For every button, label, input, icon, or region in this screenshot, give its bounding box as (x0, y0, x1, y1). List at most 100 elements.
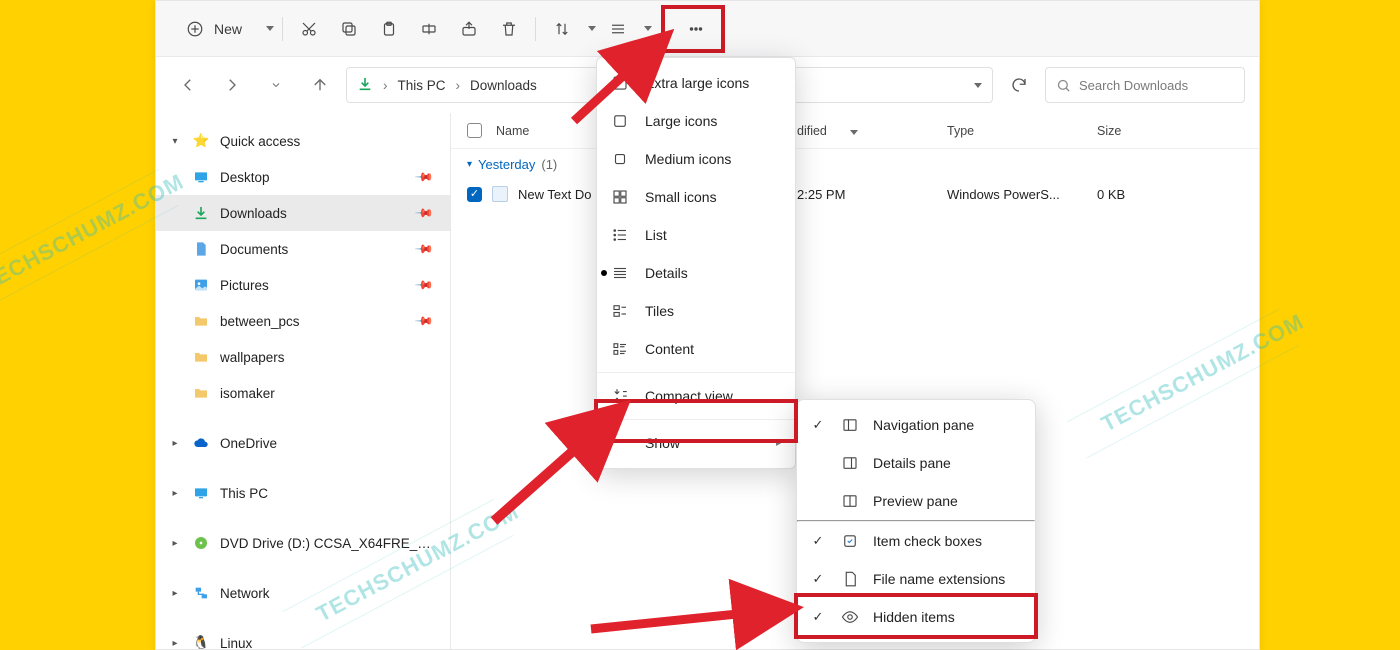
breadcrumb-folder[interactable]: Downloads (470, 78, 537, 93)
cloud-icon (192, 434, 210, 452)
sidebar-item-label: OneDrive (220, 436, 438, 451)
submenu-navigation-pane[interactable]: ✓Navigation pane (797, 406, 1035, 444)
delete-button[interactable] (491, 11, 527, 47)
forward-button[interactable] (214, 67, 250, 103)
up-button[interactable] (302, 67, 338, 103)
breadcrumb-root[interactable]: This PC (398, 78, 446, 93)
sidebar-linux[interactable]: ▸ 🐧 Linux (156, 625, 450, 649)
cut-button[interactable] (291, 11, 327, 47)
sidebar-item-label: DVD Drive (D:) CCSA_X64FRE_EN-US_D (220, 536, 438, 551)
file-group-header[interactable]: ▾ Yesterday (1) (451, 149, 1259, 178)
list-icon (611, 226, 629, 244)
menu-tiles[interactable]: Tiles (597, 292, 795, 330)
pane-icon (841, 416, 859, 434)
file-explorer-window: New › This PC › Downloads (155, 0, 1260, 650)
sidebar-item-label: wallpapers (220, 350, 438, 365)
sidebar-dvd[interactable]: ▸ DVD Drive (D:) CCSA_X64FRE_EN-US_D (156, 525, 450, 561)
file-date: 2:25 PM (797, 187, 947, 202)
pin-icon: 📌 (414, 239, 434, 259)
sidebar-item-pictures[interactable]: Pictures 📌 (156, 267, 450, 303)
chevron-down-icon[interactable] (974, 83, 982, 88)
chevron-right-icon: ▸ (168, 538, 182, 549)
downloads-icon (357, 76, 373, 95)
column-name[interactable]: Name (496, 124, 529, 138)
selected-dot-icon (601, 270, 607, 276)
copy-button[interactable] (331, 11, 367, 47)
sidebar-item-folder[interactable]: isomaker (156, 375, 450, 411)
chevron-right-icon: ▸ (168, 438, 182, 449)
sidebar-item-folder[interactable]: wallpapers (156, 339, 450, 375)
pane-icon (841, 454, 859, 472)
pictures-icon (192, 276, 210, 294)
sidebar-item-label: Linux (220, 636, 438, 650)
file-row[interactable]: New Text Do 2:25 PM Windows PowerS... 0 … (451, 178, 1259, 210)
sidebar-item-label: Desktop (220, 170, 407, 185)
back-button[interactable] (170, 67, 206, 103)
chevron-right-icon: ▸ (168, 638, 182, 649)
submenu-details-pane[interactable]: Details pane (797, 444, 1035, 482)
sidebar-item-desktop[interactable]: Desktop 📌 (156, 159, 450, 195)
chevron-down-icon: ▾ (168, 136, 182, 147)
breadcrumb-separator: › (383, 78, 388, 93)
folder-icon (192, 384, 210, 402)
sidebar-item-label: between_pcs (220, 314, 407, 329)
file-size: 0 KB (1097, 187, 1177, 202)
new-button[interactable]: New (170, 11, 258, 47)
sidebar-onedrive[interactable]: ▸ OneDrive (156, 425, 450, 461)
sidebar-item-label: Network (220, 586, 438, 601)
menu-content[interactable]: Content (597, 330, 795, 368)
search-placeholder: Search Downloads (1079, 78, 1188, 93)
check-icon: ✓ (809, 571, 827, 587)
pin-icon: 📌 (414, 311, 434, 331)
arrow-annotation (566, 31, 686, 136)
sidebar-quick-access[interactable]: ▾ ⭐ Quick access (156, 123, 450, 159)
pane-icon (841, 492, 859, 510)
file-icon (841, 570, 859, 588)
breadcrumb-separator: › (456, 78, 461, 93)
recent-locations-button[interactable] (258, 67, 294, 103)
file-checkbox[interactable] (467, 187, 482, 202)
column-type[interactable]: Type (947, 124, 1097, 138)
search-input[interactable]: Search Downloads (1045, 67, 1245, 103)
check-icon: ✓ (809, 417, 827, 433)
select-all-checkbox[interactable] (467, 123, 482, 138)
toolbar-separator (535, 17, 536, 41)
share-button[interactable] (451, 11, 487, 47)
sidebar-item-label: Documents (220, 242, 407, 257)
sidebar-network[interactable]: ▸ Network (156, 575, 450, 611)
arrow-annotation (586, 581, 806, 646)
rename-button[interactable] (411, 11, 447, 47)
sidebar-item-label: isomaker (220, 386, 438, 401)
menu-list[interactable]: List (597, 216, 795, 254)
downloads-icon (192, 204, 210, 222)
menu-details[interactable]: Details (597, 254, 795, 292)
star-icon: ⭐ (192, 132, 210, 150)
sidebar-this-pc[interactable]: ▸ This PC (156, 475, 450, 511)
menu-medium-icons[interactable]: Medium icons (597, 140, 795, 178)
sidebar-item-label: This PC (220, 486, 438, 501)
menu-small-icons[interactable]: Small icons (597, 178, 795, 216)
sidebar-item-downloads[interactable]: Downloads 📌 (156, 195, 450, 231)
navigation-pane: ▾ ⭐ Quick access Desktop 📌 Downloads 📌 D… (156, 113, 451, 649)
content-icon (611, 340, 629, 358)
column-date[interactable]: dified (797, 124, 947, 138)
sidebar-item-folder[interactable]: between_pcs 📌 (156, 303, 450, 339)
desktop-icon (192, 168, 210, 186)
column-size[interactable]: Size (1097, 124, 1177, 138)
grid-icon (611, 150, 629, 168)
submenu-item-check-boxes[interactable]: ✓Item check boxes (797, 522, 1035, 560)
chevron-right-icon: ▸ (168, 588, 182, 599)
paste-button[interactable] (371, 11, 407, 47)
chevron-right-icon: ▸ (168, 488, 182, 499)
highlight-hidden-items (794, 593, 1038, 639)
file-type: Windows PowerS... (947, 187, 1097, 202)
checkbox-icon (841, 532, 859, 550)
submenu-preview-pane[interactable]: Preview pane (797, 482, 1035, 520)
file-name: New Text Do (518, 187, 591, 202)
refresh-button[interactable] (1001, 67, 1037, 103)
details-icon (611, 264, 629, 282)
group-count: (1) (541, 157, 557, 172)
toolbar-separator (282, 17, 283, 41)
sidebar-item-documents[interactable]: Documents 📌 (156, 231, 450, 267)
tiles-icon (611, 302, 629, 320)
